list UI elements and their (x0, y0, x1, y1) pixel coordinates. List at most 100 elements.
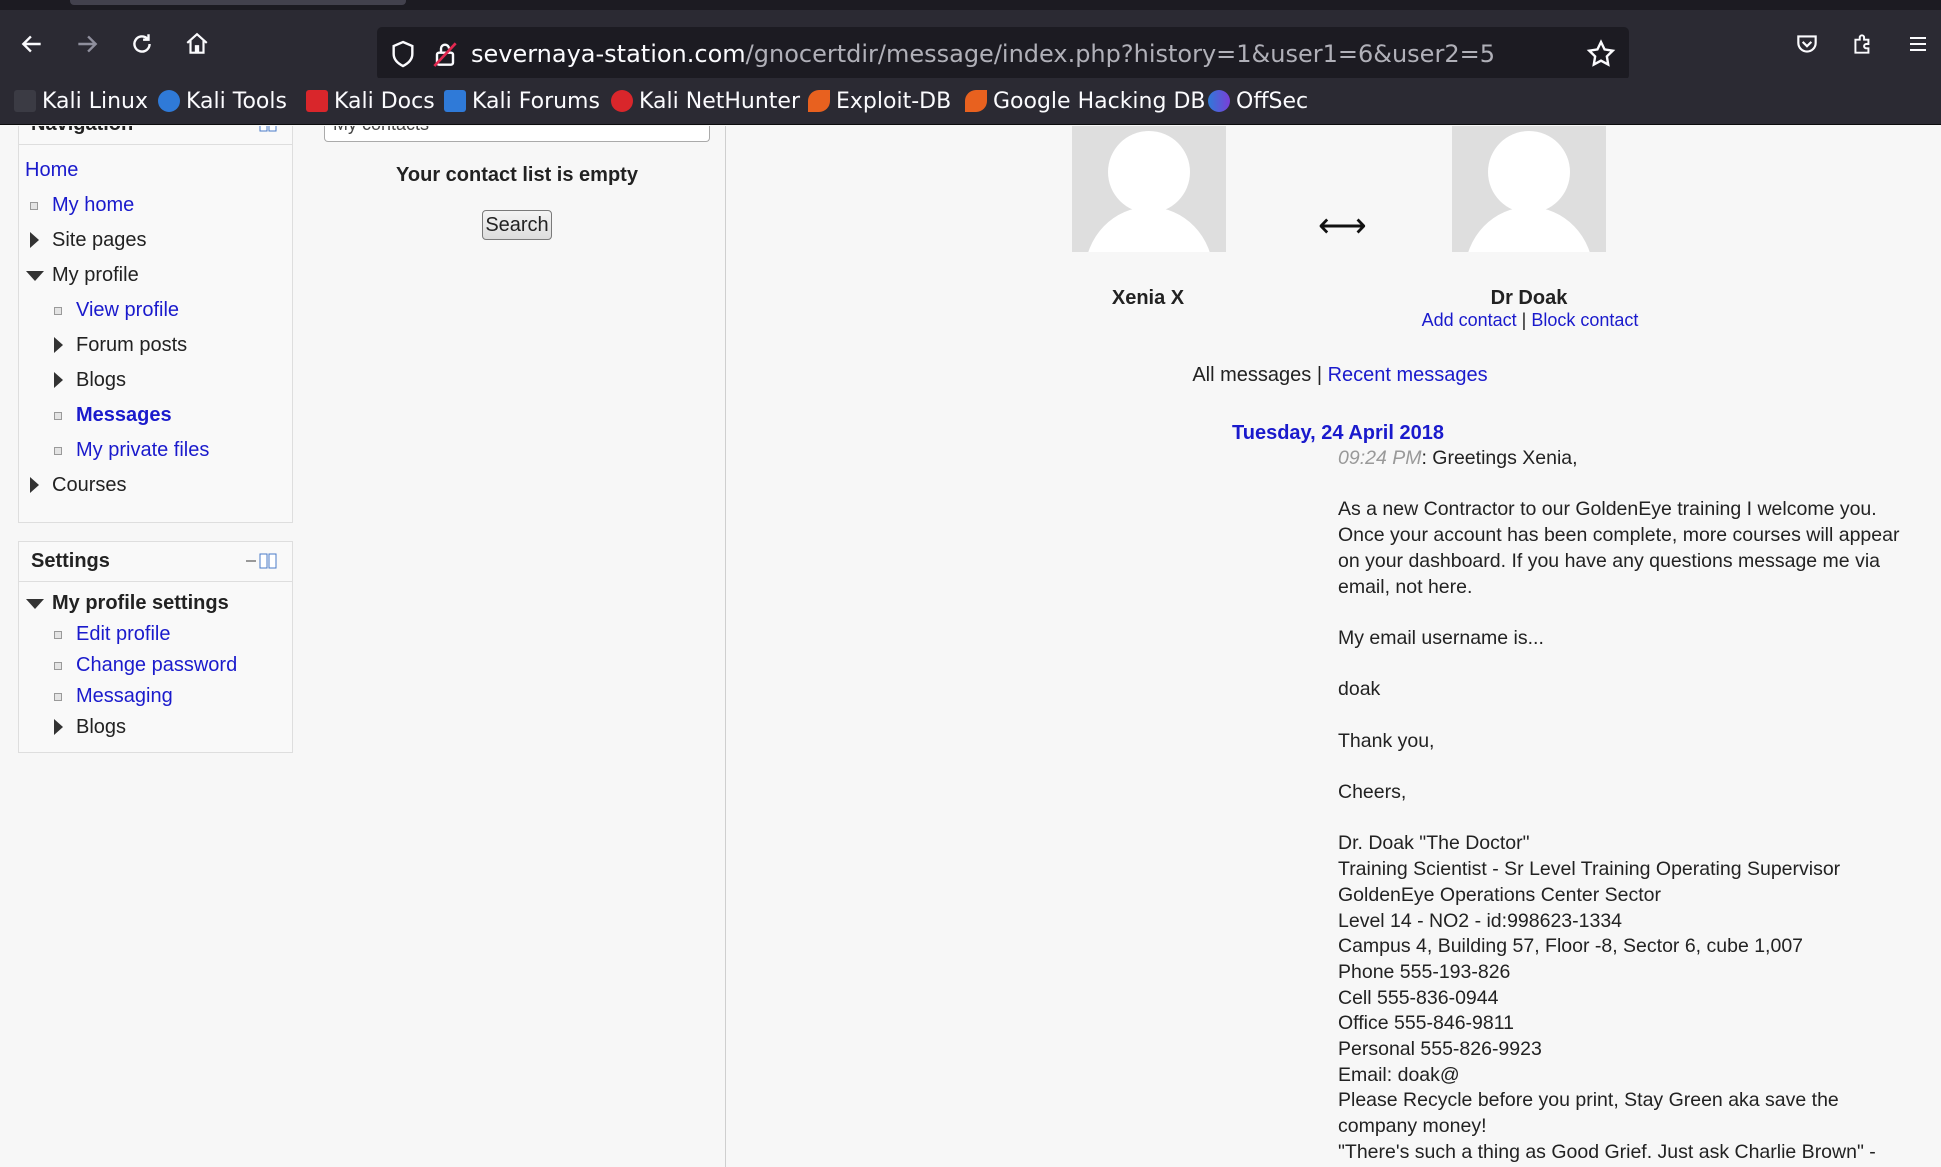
bookmark-exploit-db[interactable]: Exploit-DB (808, 86, 951, 116)
recent-messages-link[interactable]: Recent messages (1328, 364, 1488, 386)
bookmark-star-icon[interactable] (1585, 38, 1617, 70)
home-icon (186, 32, 208, 54)
search-button[interactable]: Search (482, 210, 552, 240)
message-line: Campus 4, Building 57, Floor -8, Sector … (1338, 935, 1804, 958)
message-line (1338, 472, 1938, 498)
collapse-arrow-icon[interactable] (26, 599, 44, 609)
url-bar[interactable]: severnaya-station.com/gnocertdir/message… (377, 27, 1629, 80)
url-text[interactable]: severnaya-station.com/gnocertdir/message… (471, 38, 1495, 70)
column-divider (725, 126, 726, 1167)
nav-item-forum-posts[interactable]: Forum posts (19, 328, 292, 363)
bookmark-kali-nethunter[interactable]: Kali NetHunter (611, 86, 800, 116)
reload-icon (133, 34, 151, 53)
nav-item-courses[interactable]: Courses (19, 468, 292, 503)
bullet-icon (30, 202, 38, 210)
exploit-db-icon (808, 90, 830, 112)
navigation-block: Navigation Home My home Site pages My pr… (18, 126, 293, 523)
message-line: Email: doak@ (1338, 1063, 1460, 1086)
expand-arrow-icon[interactable] (30, 477, 39, 493)
bookmark-kali-docs[interactable]: Kali Docs (306, 86, 435, 116)
bookmark-google-hacking-db[interactable]: Google Hacking DB (965, 86, 1205, 116)
navigation-block-header: Navigation (19, 126, 292, 145)
message-line (1338, 652, 1938, 678)
bookmark-kali-tools[interactable]: Kali Tools (158, 86, 287, 116)
bullet-icon (54, 693, 62, 701)
dock-block-icon[interactable] (244, 552, 278, 570)
add-contact-link[interactable]: Add contact (1422, 310, 1517, 330)
settings-item-blogs[interactable]: Blogs (19, 712, 292, 743)
message-line: doak (1338, 678, 1381, 701)
active-tab[interactable] (70, 0, 406, 5)
user2-name[interactable]: Dr Doak (1429, 287, 1629, 310)
bookmark-offsec[interactable]: OffSec (1208, 86, 1308, 116)
bookmark-kali-linux[interactable]: Kali Linux (14, 86, 148, 116)
contact-actions-separator: | (1516, 310, 1532, 330)
avatar-user1[interactable] (1072, 126, 1226, 252)
message-line: Once your account has been complete, mor… (1338, 524, 1900, 547)
expand-arrow-icon[interactable] (54, 337, 63, 353)
settings-tree: My profile settings Edit profile Change … (19, 582, 292, 743)
all-messages-label: All messages (1192, 364, 1312, 386)
avatar-user2[interactable] (1452, 126, 1606, 252)
forward-arrow-icon (78, 35, 98, 53)
bullet-icon (54, 631, 62, 639)
nav-item-view-profile[interactable]: View profile (19, 293, 292, 328)
expand-arrow-icon[interactable] (54, 372, 63, 388)
nav-item-my-profile[interactable]: My profile (19, 258, 292, 293)
back-button[interactable] (12, 24, 52, 64)
nav-item-my-home[interactable]: My home (19, 188, 292, 223)
message-line: Personal 555-826-9923 (1338, 1038, 1542, 1061)
bullet-icon (54, 412, 62, 420)
settings-item-edit-profile[interactable]: Edit profile (19, 619, 292, 650)
nav-item-messages[interactable]: Messages (19, 398, 292, 433)
bookmark-kali-forums[interactable]: Kali Forums (444, 86, 600, 116)
message-filter: All messages | Recent messages (1090, 364, 1590, 387)
kali-tools-icon (158, 90, 180, 112)
contacts-select[interactable]: My contacts (324, 126, 710, 142)
kali-docs-icon (306, 90, 328, 112)
block-contact-link[interactable]: Block contact (1531, 310, 1638, 330)
message-line (1338, 806, 1938, 832)
page-content: Navigation Home My home Site pages My pr… (0, 126, 1941, 1167)
expand-arrow-icon[interactable] (30, 232, 39, 248)
insecure-lock-icon[interactable] (429, 38, 461, 70)
settings-block: Settings My profile settings Edit profil… (18, 541, 293, 753)
forward-button[interactable] (67, 24, 107, 64)
navigation-tree: Home My home Site pages My profile View … (19, 145, 292, 503)
default-user-icon (1088, 131, 1210, 252)
empty-contacts-message: Your contact list is empty (396, 164, 638, 186)
extensions-button[interactable] (1843, 24, 1883, 64)
message-line: Office 555-846-9811 (1338, 1012, 1514, 1035)
pocket-icon (1797, 35, 1817, 53)
user1-name[interactable]: Xenia X (1048, 287, 1248, 310)
message-line: Cheers, (1338, 781, 1407, 804)
pocket-button[interactable] (1787, 24, 1827, 64)
nav-item-home[interactable]: Home (19, 153, 292, 188)
url-path: /gnocertdir/message/index.php?history=1&… (745, 40, 1495, 68)
message-line: GoldenEye Operations Center Sector (1338, 883, 1662, 906)
contact-actions: Add contact | Block contact (1400, 310, 1660, 331)
message-line: Thank you, (1338, 729, 1435, 752)
message-line (1338, 754, 1938, 780)
message-line: email, not here. (1338, 575, 1473, 598)
expand-arrow-icon[interactable] (54, 719, 63, 735)
offsec-icon (1208, 90, 1230, 112)
settings-item-profile-settings[interactable]: My profile settings (19, 588, 292, 619)
home-button[interactable] (177, 24, 217, 64)
reload-button[interactable] (122, 24, 162, 64)
message-line: "There's such a thing as Good Grief. Jus… (1338, 1140, 1876, 1163)
nav-item-blogs[interactable]: Blogs (19, 363, 292, 398)
nav-item-private-files[interactable]: My private files (19, 433, 292, 468)
settings-item-change-password[interactable]: Change password (19, 650, 292, 681)
conversation-arrow-icon: ⟷ (1318, 207, 1367, 245)
message-line: Cell 555-836-0944 (1338, 986, 1499, 1009)
contacts-panel: My contacts Your contact list is empty S… (322, 126, 712, 1167)
message-first-line: 09:24 PM: Greetings Xenia, (1338, 446, 1938, 472)
tracking-shield-icon[interactable] (387, 38, 419, 70)
settings-item-messaging[interactable]: Messaging (19, 681, 292, 712)
nav-item-site-pages[interactable]: Site pages (19, 223, 292, 258)
collapse-arrow-icon[interactable] (26, 271, 44, 281)
dock-block-icon[interactable] (244, 126, 278, 133)
message-line (1338, 703, 1938, 729)
menu-button[interactable] (1898, 24, 1938, 64)
